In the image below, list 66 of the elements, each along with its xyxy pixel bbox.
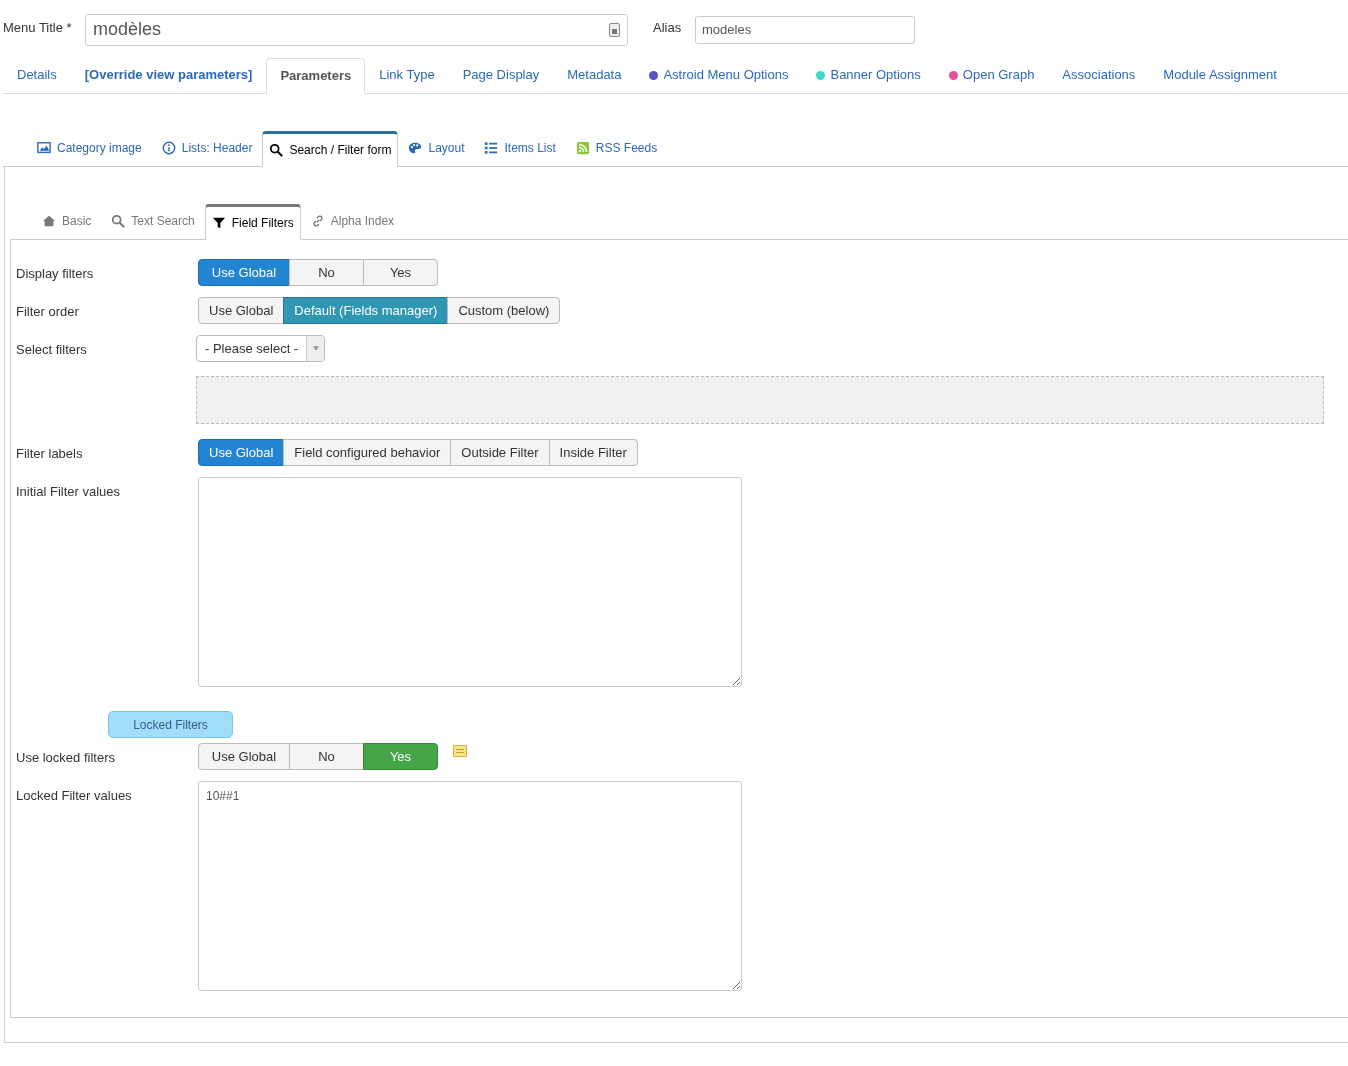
house-icon: [42, 214, 56, 228]
field-label: Filter order: [16, 303, 80, 321]
note-icon[interactable]: [453, 745, 467, 757]
radio-option[interactable]: Outside Filter: [450, 439, 550, 466]
radio-option[interactable]: Yes: [363, 259, 438, 286]
field-label: Filter labels: [16, 445, 84, 463]
tab[interactable]: Open Graph: [934, 57, 1049, 93]
text-area[interactable]: [198, 477, 742, 687]
field-label: Menu Title *: [3, 18, 73, 37]
field-label: Initial Filter values: [16, 483, 122, 501]
radio-option[interactable]: No: [289, 743, 364, 770]
tab[interactable]: Metadata: [553, 57, 636, 93]
radio-option[interactable]: Default (Fields manager): [283, 297, 449, 324]
tab[interactable]: Basic: [32, 203, 102, 239]
radio-option[interactable]: Inside Filter: [548, 439, 638, 466]
field-value: modeles: [702, 20, 752, 39]
radio-option[interactable]: Custom (below): [447, 297, 561, 324]
alias-field[interactable]: modeles: [695, 15, 915, 44]
filter-icon: [211, 216, 226, 230]
image-icon: [37, 141, 51, 155]
field-label: Display filters: [16, 265, 95, 283]
select-value: - Please select -: [204, 339, 300, 358]
field-label: Locked Filter values: [16, 787, 133, 805]
radio-option[interactable]: No: [289, 259, 364, 286]
search-icon: [111, 214, 126, 228]
tab[interactable]: [Override view parameters]: [70, 57, 267, 93]
field-label: Alias: [653, 18, 683, 37]
link-icon: [310, 214, 325, 228]
radio-option[interactable]: Use Global: [198, 743, 290, 770]
tab[interactable]: Search / Filter form: [262, 131, 399, 167]
caret-icon: [306, 336, 325, 361]
rss-icon: [575, 141, 590, 155]
info-icon: [161, 141, 176, 155]
tab[interactable]: Module Assignment: [1149, 57, 1291, 93]
radio-option[interactable]: Yes: [363, 743, 438, 770]
tab[interactable]: Lists: Header: [151, 130, 263, 166]
tab[interactable]: Text Search: [101, 203, 205, 239]
tab[interactable]: Field Filters: [204, 204, 301, 240]
search-icon: [269, 143, 284, 157]
radio-option[interactable]: Field configured behavior: [283, 439, 452, 466]
tab[interactable]: Alpha Index: [300, 203, 405, 239]
radio-option[interactable]: Use Global: [198, 259, 290, 286]
tab[interactable]: Astroid Menu Options: [635, 57, 803, 93]
tab[interactable]: Layout: [398, 130, 475, 166]
tab[interactable]: Page Display: [448, 57, 554, 93]
field-label: Use locked filters: [16, 749, 116, 767]
tab[interactable]: Banner Options: [802, 57, 935, 93]
radio-option[interactable]: Use Global: [198, 297, 285, 324]
tab[interactable]: Link Type: [365, 57, 449, 93]
tab[interactable]: RSS Feeds: [565, 130, 668, 166]
drop-area[interactable]: [196, 376, 1324, 424]
field-label: Select filters: [16, 341, 88, 359]
tab[interactable]: Associations: [1048, 57, 1150, 93]
radio-option[interactable]: Use Global: [198, 439, 285, 466]
field-icon: [609, 22, 620, 37]
list-icon: [484, 141, 499, 155]
tab[interactable]: Items List: [474, 130, 566, 166]
select-field[interactable]: - Please select -: [196, 335, 326, 362]
tab[interactable]: Category image: [27, 130, 152, 166]
tab[interactable]: Parameters: [266, 58, 366, 94]
tab[interactable]: Details: [3, 57, 71, 93]
palette-icon: [408, 141, 423, 155]
section-heading: Locked Filters: [108, 711, 233, 738]
field-value: modèles: [93, 18, 162, 41]
title-field[interactable]: modèles: [85, 13, 628, 46]
text-area[interactable]: 10##1: [198, 781, 742, 991]
